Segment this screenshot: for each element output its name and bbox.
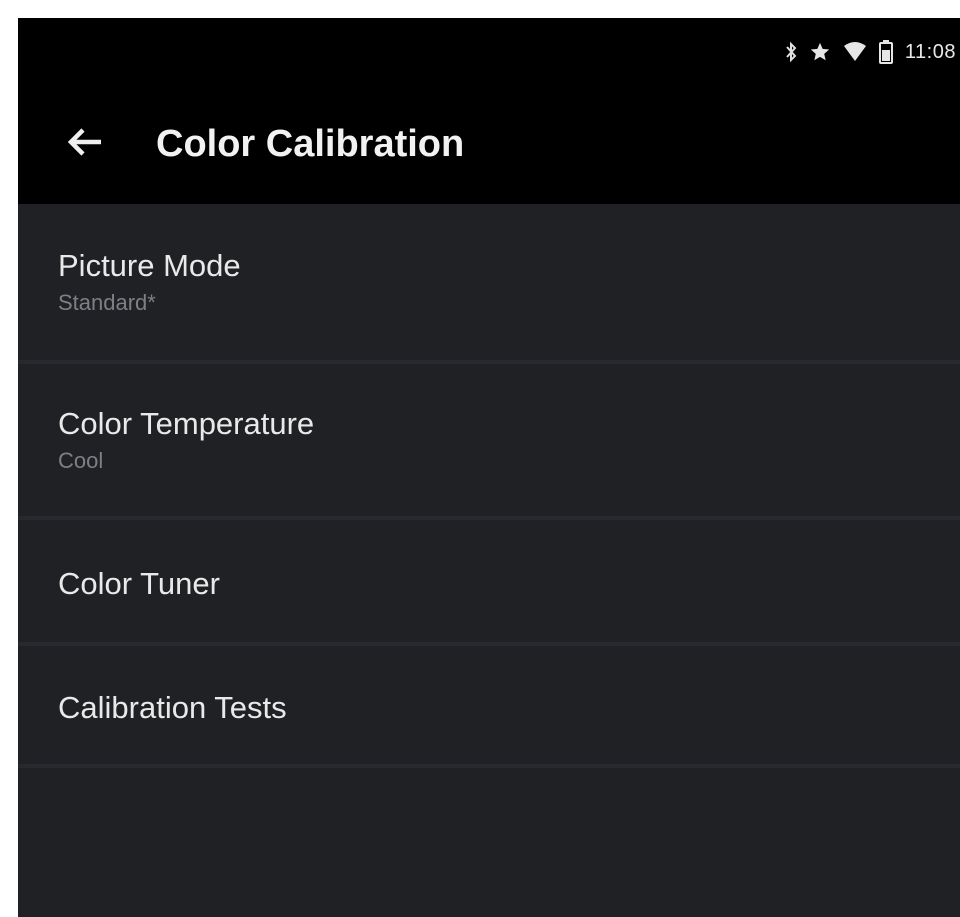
menu-item-value: Cool	[58, 448, 104, 473]
menu-item-color-temperature[interactable]: Color Temperature Cool	[18, 364, 960, 520]
battery-icon	[878, 40, 893, 64]
menu-item-label: Color Temperature	[58, 406, 315, 441]
menu-item-calibration-tests[interactable]: Calibration Tests	[18, 646, 960, 768]
status-time: 11:08	[904, 40, 956, 63]
menu-item-color-tuner[interactable]: Color Tuner	[18, 520, 960, 646]
menu-item-picture-mode[interactable]: Picture Mode Standard*	[18, 204, 960, 364]
star-icon	[809, 41, 831, 63]
status-icons: 11:08	[785, 38, 956, 66]
page-title: Color Calibration	[156, 123, 465, 165]
settings-list: Picture Mode Standard* Color Temperature…	[18, 204, 960, 768]
back-button[interactable]	[62, 120, 110, 168]
menu-item-label: Calibration Tests	[58, 690, 287, 725]
menu-item-value: Standard*	[58, 290, 156, 315]
menu-item-label: Picture Mode	[58, 248, 241, 283]
menu-item-label: Color Tuner	[58, 566, 220, 601]
bluetooth-icon	[785, 41, 797, 63]
app-bar: Color Calibration	[18, 90, 960, 204]
back-arrow-icon	[67, 127, 105, 162]
status-bar: 11:08	[18, 18, 960, 90]
wifi-icon	[843, 42, 867, 62]
color-calibration-screen: 11:08 Color Calibration Picture Mode Sta…	[18, 18, 960, 917]
